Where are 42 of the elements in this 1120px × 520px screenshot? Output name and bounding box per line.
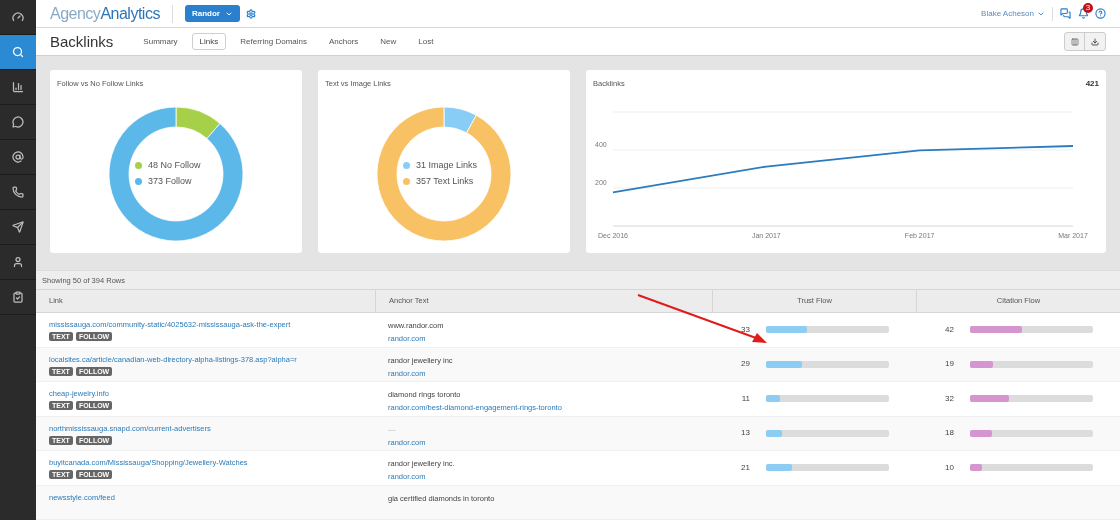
clipboard-check-icon: [12, 291, 24, 303]
legend-label: 31 Image Links: [416, 158, 478, 172]
download-icon: [1091, 37, 1099, 46]
logo: AgencyAnalytics: [50, 3, 160, 24]
speech-bubble-icon: [12, 116, 24, 128]
score-value: 13: [740, 427, 750, 440]
legend-label: 357 Text Links: [416, 175, 474, 189]
score-value: 33: [740, 323, 750, 336]
help-icon[interactable]: [1095, 8, 1106, 20]
search-icon: [12, 46, 24, 58]
settings-icon[interactable]: [245, 8, 256, 19]
gauge-icon: [12, 11, 24, 23]
client-dropdown[interactable]: Randor: [184, 5, 240, 23]
sidebar-item[interactable]: [0, 35, 36, 70]
notification-badge: 3: [1083, 3, 1093, 14]
phone-icon: [12, 186, 24, 198]
bell-icon[interactable]: [1078, 8, 1089, 20]
user-menu[interactable]: Blake Acheson: [981, 7, 1045, 20]
page-title: Backlinks: [50, 31, 114, 52]
tab[interactable]: Links: [191, 33, 227, 51]
tab[interactable]: Lost: [410, 33, 442, 51]
legend-label: 373 Follow: [148, 175, 192, 189]
score-value: 10: [944, 461, 954, 474]
score-value: 11: [740, 392, 750, 405]
card-total: 421: [1085, 78, 1099, 91]
score-value: 32: [944, 392, 954, 405]
user-icon: [12, 256, 24, 268]
score-value: 21: [740, 461, 750, 474]
tab[interactable]: Referring Domains: [232, 33, 315, 51]
score-value: 19: [944, 358, 954, 371]
tab[interactable]: Summary: [135, 33, 186, 51]
tab[interactable]: Anchors: [321, 33, 367, 51]
at-sign-icon: [12, 151, 24, 163]
score-value: 42: [944, 323, 954, 336]
paper-plane-icon: [12, 221, 24, 233]
tab[interactable]: New: [372, 33, 405, 51]
score-value: 29: [740, 358, 750, 371]
columns-icon: [1070, 37, 1079, 46]
score-value: 18: [944, 427, 954, 440]
legend-label: 48 No Follow: [148, 158, 201, 172]
chat-icon[interactable]: [1060, 8, 1071, 20]
bar-chart-icon: [12, 81, 24, 93]
